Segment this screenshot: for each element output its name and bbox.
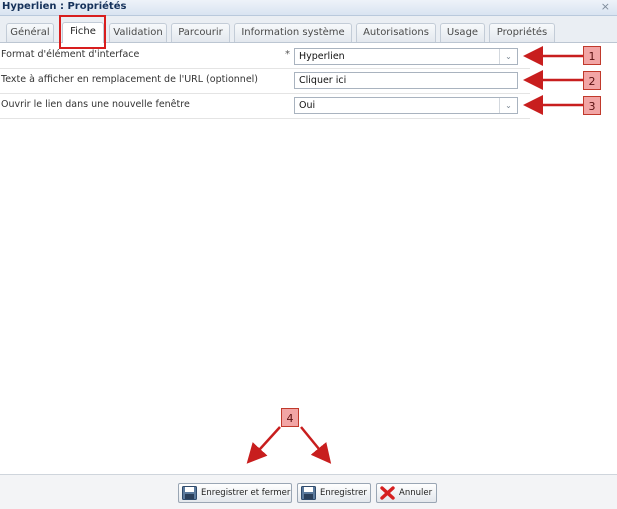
tab-proprietes[interactable]: Propriétés: [489, 23, 555, 42]
new-window-select-value: Oui: [299, 100, 316, 111]
save-button[interactable]: Enregistrer: [297, 483, 371, 503]
new-window-select[interactable]: Oui ⌄: [294, 97, 518, 114]
tab-autorisations[interactable]: Autorisations: [356, 23, 436, 42]
tab-parcourir[interactable]: Parcourir: [171, 23, 230, 42]
format-select[interactable]: Hyperlien ⌄: [294, 48, 518, 65]
callout-4: 4: [281, 408, 299, 427]
display-text-input[interactable]: Cliquer ici: [294, 72, 518, 89]
display-text-value: Cliquer ici: [299, 75, 347, 86]
arrow-4b: [300, 426, 332, 464]
save-close-label: Enregistrer et fermer: [201, 488, 291, 498]
close-icon[interactable]: ×: [601, 0, 610, 13]
callout-2: 2: [583, 71, 601, 90]
callout-1: 1: [583, 46, 601, 65]
display-text-label: Texte à afficher en remplacement de l'UR…: [1, 74, 259, 85]
dropdown-chevron-icon[interactable]: ⌄: [499, 98, 517, 113]
save-disk-icon: [301, 486, 316, 500]
new-window-label: Ouvrir le lien dans une nouvelle fenêtre: [1, 99, 190, 110]
save-label: Enregistrer: [320, 488, 367, 498]
window-titlebar: Hyperlien : Propriétés ×: [0, 0, 617, 16]
callout-3: 3: [583, 96, 601, 115]
format-select-value: Hyperlien: [299, 51, 345, 62]
window-title: Hyperlien : Propriétés: [2, 1, 127, 12]
cancel-button[interactable]: Annuler: [376, 483, 437, 503]
dropdown-chevron-icon[interactable]: ⌄: [499, 49, 517, 64]
cancel-x-icon: [380, 486, 395, 500]
arrow-4a: [246, 426, 281, 464]
tab-general[interactable]: Général: [6, 23, 54, 42]
format-label: Format d'élément d'interface: [1, 49, 140, 60]
tab-usage[interactable]: Usage: [440, 23, 485, 42]
save-close-button[interactable]: Enregistrer et fermer: [178, 483, 292, 503]
required-marker: *: [285, 49, 290, 60]
cancel-label: Annuler: [399, 488, 433, 498]
tab-validation[interactable]: Validation: [109, 23, 167, 42]
tab-information-systeme[interactable]: Information système: [234, 23, 352, 42]
dialog-footer: Enregistrer et fermer Enregistrer Annule…: [0, 474, 617, 509]
save-disk-icon: [182, 486, 197, 500]
